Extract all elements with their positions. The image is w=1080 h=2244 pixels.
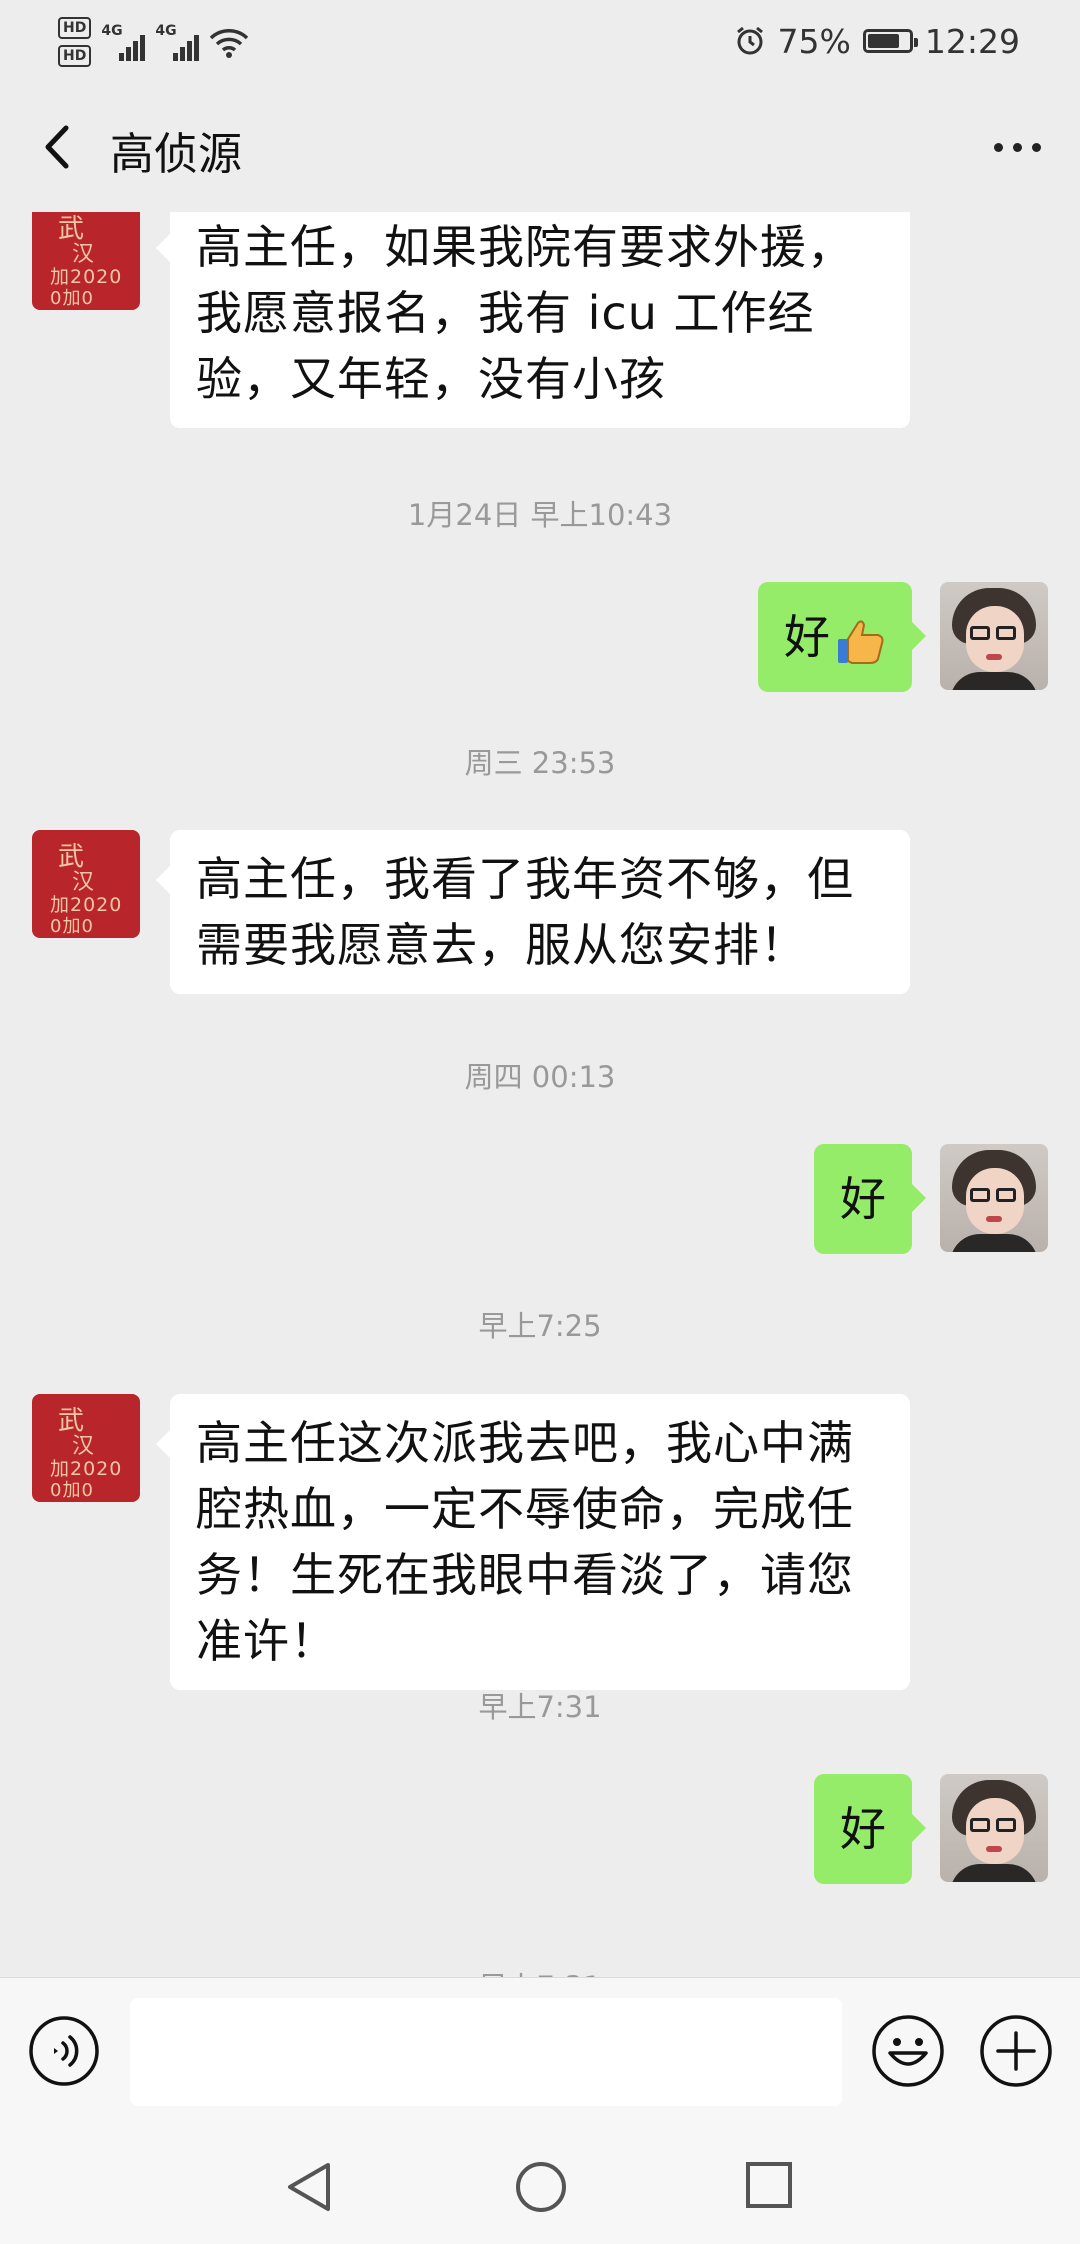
my-avatar[interactable]	[940, 582, 1048, 690]
status-bar-signals: HD HD 4G 4G	[58, 12, 249, 72]
more-icon[interactable]	[984, 114, 1050, 180]
system-nav-bar	[0, 2127, 1080, 2244]
plus-icon[interactable]	[978, 2013, 1054, 2089]
emoji-icon[interactable]	[870, 2013, 946, 2089]
contact-avatar[interactable]: 武汉 加2020 0加0	[32, 212, 140, 310]
battery-percent: 75%	[777, 21, 851, 61]
hd-indicators: HD HD	[58, 17, 92, 67]
message-bubble-incoming[interactable]: 高主任，如果我院有要求外援，我愿意报名，我有 icu 工作经验，又年轻，没有小孩	[156, 212, 910, 428]
battery-icon	[862, 29, 918, 53]
message-timestamp: 早上7:25	[478, 1309, 602, 1343]
sim1-network-label: 4G	[101, 23, 123, 39]
nav-home-icon[interactable]	[514, 2160, 568, 2214]
message-timestamp: 1月24日 早上10:43	[407, 498, 673, 532]
hd2-icon: HD	[58, 45, 92, 67]
contact-avatar[interactable]: 武汉 加2020 0加0	[32, 1394, 140, 1502]
back-arrow-icon[interactable]	[30, 114, 90, 180]
message-text: 好	[840, 1802, 886, 1856]
message-bubble-outgoing[interactable]: 好	[814, 1144, 926, 1254]
message-timestamp: 周三 23:53	[464, 746, 616, 780]
message-bubble-outgoing[interactable]: 好	[814, 1774, 926, 1884]
status-bar: HD HD 4G 4G 75% 12:29	[0, 0, 1080, 82]
sim2-network-label: 4G	[155, 23, 177, 39]
my-avatar[interactable]	[940, 1144, 1048, 1252]
my-avatar[interactable]	[940, 1774, 1048, 1882]
message-text: 好	[784, 610, 830, 664]
message-bubble-incoming[interactable]: 高主任，我看了我年资不够，但需要我愿意去，服从您安排！	[156, 830, 910, 994]
clock: 12:29	[924, 21, 1020, 61]
sim1-signal-icon: 4G	[101, 23, 146, 61]
hd1-icon: HD	[58, 17, 92, 39]
message-input[interactable]	[130, 1998, 842, 2106]
contact-avatar[interactable]: 武汉 加2020 0加0	[32, 830, 140, 938]
sim2-signal-icon: 4G	[155, 23, 200, 61]
message-bubble-outgoing[interactable]: 好	[758, 582, 926, 692]
chat-header: 高侦源	[0, 82, 1080, 212]
input-bar	[0, 1977, 1080, 2128]
wifi-icon	[210, 29, 249, 58]
message-timestamp: 早上7:31	[0, 1964, 1080, 1977]
chat-title: 高侦源	[110, 129, 242, 180]
chat-list[interactable]: 武汉 加2020 0加0 高主任，如果我院有要求外援，我愿意报名，我有 icu 工…	[0, 212, 1080, 1977]
message-timestamp: 早上7:31	[478, 1690, 602, 1724]
nav-recent-icon[interactable]	[745, 2161, 793, 2209]
message-timestamp: 周四 00:13	[464, 1060, 616, 1094]
message-text: 好	[840, 1172, 886, 1226]
thumbs-up-emoji-icon	[838, 619, 884, 664]
alarm-icon	[736, 26, 763, 55]
voice-icon[interactable]	[28, 2015, 100, 2087]
message-bubble-incoming[interactable]: 高主任这次派我去吧，我心中满腔热血，一定不辱使命，完成任务！生死在我眼中看淡了，…	[156, 1394, 910, 1690]
nav-back-icon[interactable]	[282, 2159, 336, 2215]
status-bar-right: 75% 12:29	[734, 18, 1020, 64]
